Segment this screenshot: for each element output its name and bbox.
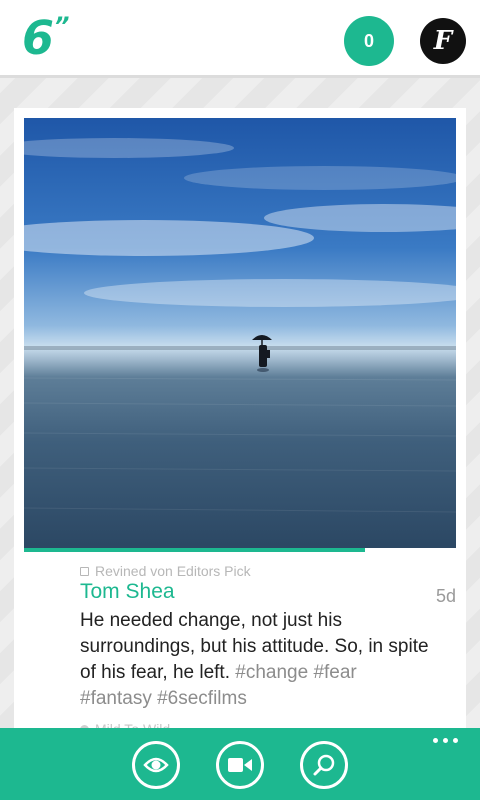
record-video-button[interactable] [216, 741, 264, 789]
revine-icon [80, 566, 89, 576]
author-name[interactable]: Tom Shea [80, 580, 175, 604]
dot [433, 738, 438, 743]
dot [443, 738, 448, 743]
record-video-icon [228, 758, 252, 772]
watch-button[interactable] [132, 741, 180, 789]
post-caption: He needed change, not just his surroundi… [80, 608, 430, 712]
video-progress-bar [24, 548, 456, 552]
revined-label: Revined von Editors Pick [95, 563, 251, 579]
post-age: 5d [435, 586, 456, 606]
hashtag[interactable]: #6secfilms [157, 688, 247, 709]
hashtag[interactable]: #fear [313, 662, 356, 683]
logo-text: 6 [22, 11, 54, 65]
bottom-app-bar [0, 728, 480, 800]
watch-icon [143, 757, 169, 773]
notification-badge[interactable]: 0 [344, 16, 394, 66]
hashtag[interactable]: #fantasy [80, 688, 152, 709]
video-player[interactable] [24, 118, 456, 550]
search-button[interactable] [300, 741, 348, 789]
video-frame [24, 138, 456, 513]
hashtag[interactable]: #change [235, 662, 308, 683]
post-card: Revined von Editors Pick Tom Shea 5d He … [14, 108, 466, 748]
app-logo[interactable]: 6 ” [22, 12, 69, 64]
header: 6 ” 0 F [0, 0, 480, 78]
video-progress-fill [24, 548, 366, 552]
logo-quote: ” [54, 12, 70, 40]
dot [453, 738, 458, 743]
revine-info: Revined von Editors Pick [80, 563, 251, 579]
search-icon [313, 754, 335, 776]
figure-with-umbrella [252, 335, 272, 372]
more-dots-icon[interactable] [433, 738, 458, 743]
avatar[interactable]: F [420, 18, 466, 64]
